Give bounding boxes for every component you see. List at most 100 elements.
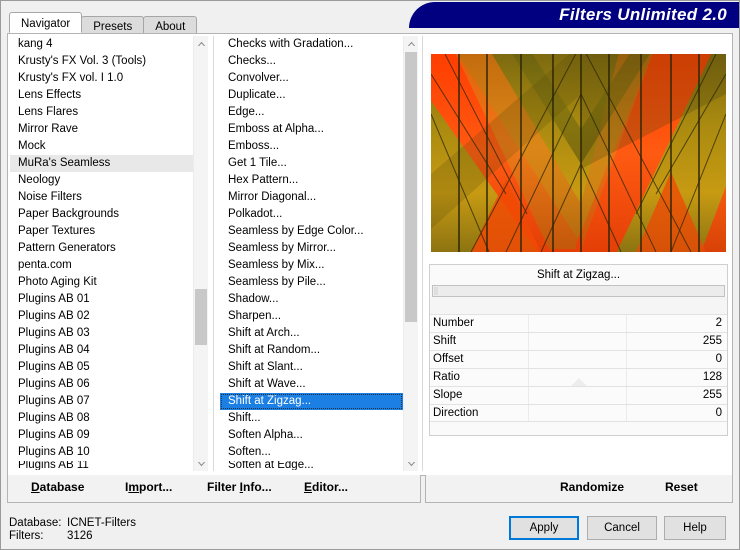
cancel-button[interactable]: Cancel (587, 516, 657, 540)
tab-presets[interactable]: Presets (81, 16, 145, 33)
list-item[interactable]: Emboss at Alpha... (220, 121, 403, 138)
list-item[interactable]: Emboss... (220, 138, 403, 155)
list-item[interactable]: MuRa's Seamless (10, 155, 193, 172)
list-item[interactable]: Seamless by Mix... (220, 257, 403, 274)
parameters-spacer (430, 297, 727, 314)
parameter-slider-row[interactable]: Direction 0 (430, 404, 727, 422)
menu-database[interactable]: Database (31, 480, 84, 494)
parameter-value: 0 (715, 353, 722, 365)
list-item[interactable]: penta.com (10, 257, 193, 274)
status-database-label: Database: (9, 517, 62, 529)
list-item[interactable]: Shift at Arch... (220, 325, 403, 342)
list-item[interactable]: Mirror Rave (10, 121, 193, 138)
list-item[interactable]: Plugins AB 08 (10, 410, 193, 427)
list-item[interactable]: Krusty's FX Vol. 3 (Tools) (10, 53, 193, 70)
scroll-up-icon[interactable] (404, 36, 418, 51)
list-item[interactable]: Paper Textures (10, 223, 193, 240)
list-item[interactable]: Plugins AB 04 (10, 342, 193, 359)
list-item[interactable]: Plugins AB 10 (10, 444, 193, 461)
list-item[interactable]: Plugins AB 11 (10, 461, 193, 470)
list-item[interactable]: Duplicate... (220, 87, 403, 104)
list-item[interactable]: Soften... (220, 444, 403, 461)
status-database-value: ICNET-Filters (67, 517, 136, 529)
list-item[interactable]: Shift at Random... (220, 342, 403, 359)
filter-scroll-thumb[interactable] (405, 52, 417, 322)
parameter-slider-row[interactable]: Shift 255 (430, 332, 727, 350)
parameter-name: Offset (433, 353, 464, 365)
list-item[interactable]: Plugins AB 07 (10, 393, 193, 410)
filter-scrollbar[interactable] (403, 36, 418, 471)
list-item[interactable]: Soften at Edge... (220, 461, 403, 470)
list-item[interactable]: Lens Flares (10, 104, 193, 121)
tab-strip: Navigator Presets About (9, 12, 198, 33)
menu-randomize[interactable]: Randomize (560, 480, 624, 494)
list-item[interactable]: Checks with Gradation... (220, 36, 403, 53)
list-item[interactable]: Shadow... (220, 291, 403, 308)
parameter-value: 128 (702, 371, 722, 383)
list-item[interactable]: Pattern Generators (10, 240, 193, 257)
status-filters-label: Filters: (9, 530, 44, 542)
menu-filter-info[interactable]: Filter Info... (207, 480, 272, 494)
category-listbox[interactable]: kang 4 Krusty's FX Vol. 3 (Tools) Krusty's… (10, 36, 208, 471)
parameter-name: Shift (433, 335, 457, 347)
list-item[interactable]: Neology (10, 172, 193, 189)
parameter-slider-row[interactable]: Number 2 (430, 314, 727, 332)
list-item[interactable]: Seamless by Mirror... (220, 240, 403, 257)
list-item[interactable]: Mock (10, 138, 193, 155)
menu-filter-info-rest: nfo... (243, 480, 272, 494)
scroll-down-icon[interactable] (194, 456, 208, 471)
slider-tick (626, 315, 628, 332)
list-item[interactable]: Hex Pattern... (220, 172, 403, 189)
filter-preview-image (431, 54, 726, 252)
list-item[interactable]: Paper Backgrounds (10, 206, 193, 223)
list-item[interactable]: Convolver... (220, 70, 403, 87)
list-item[interactable]: Plugins AB 03 (10, 325, 193, 342)
list-item[interactable]: Soften Alpha... (220, 427, 403, 444)
main-panel: kang 4 Krusty's FX Vol. 3 (Tools) Krusty's… (7, 33, 733, 476)
list-item[interactable]: Plugins AB 09 (10, 427, 193, 444)
list-item[interactable]: Plugins AB 06 (10, 376, 193, 393)
list-item[interactable]: Mirror Diagonal... (220, 189, 403, 206)
parameter-slider-row[interactable]: Slope 255 (430, 386, 727, 404)
list-item[interactable]: Krusty's FX vol. I 1.0 (10, 70, 193, 87)
list-item[interactable]: Lens Effects (10, 87, 193, 104)
list-item[interactable]: Polkadot... (220, 206, 403, 223)
tab-about[interactable]: About (143, 16, 198, 33)
list-item[interactable]: Shift... (220, 410, 403, 427)
preset-scroll-track[interactable] (432, 285, 725, 297)
parameter-slider-row[interactable]: Offset 0 (430, 350, 727, 368)
menu-import[interactable]: Import... (125, 480, 172, 494)
category-scrollbar[interactable] (193, 36, 208, 471)
list-item[interactable]: Checks... (220, 53, 403, 70)
list-item[interactable]: kang 4 (10, 36, 193, 53)
slider-thumb-icon[interactable] (570, 378, 587, 386)
list-item[interactable]: Shift at Slant... (220, 359, 403, 376)
list-item[interactable]: Plugins AB 05 (10, 359, 193, 376)
brand-banner: Filters Unlimited 2.0 (409, 2, 739, 28)
list-item[interactable]: Shift at Zigzag... (220, 393, 403, 410)
slider-tick (528, 315, 529, 332)
list-item[interactable]: Noise Filters (10, 189, 193, 206)
list-item[interactable]: Plugins AB 01 (10, 291, 193, 308)
parameter-slider-row[interactable]: Ratio 128 (430, 368, 727, 386)
category-scroll-thumb[interactable] (195, 289, 207, 345)
parameters-box: Shift at Zigzag... Number 2 Shift 255 Offset… (429, 264, 728, 436)
scroll-up-icon[interactable] (194, 36, 208, 51)
list-item[interactable]: Plugins AB 02 (10, 308, 193, 325)
help-button[interactable]: Help (664, 516, 726, 540)
list-item[interactable]: Seamless by Edge Color... (220, 223, 403, 240)
list-item[interactable]: Shift at Wave... (220, 376, 403, 393)
list-item[interactable]: Sharpen... (220, 308, 403, 325)
scroll-down-icon[interactable] (404, 456, 418, 471)
parameter-value: 2 (715, 317, 722, 329)
list-item[interactable]: Edge... (220, 104, 403, 121)
list-item[interactable]: Get 1 Tile... (220, 155, 403, 172)
menu-editor[interactable]: Editor... (304, 480, 348, 494)
filter-listbox[interactable]: Checks with Gradation... Checks... Convolv… (220, 36, 418, 471)
tab-navigator[interactable]: Navigator (9, 12, 83, 33)
list-item[interactable]: Seamless by Pile... (220, 274, 403, 291)
list-item[interactable]: Photo Aging Kit (10, 274, 193, 291)
apply-button[interactable]: Apply (509, 516, 579, 540)
tab-presets-label: Presets (93, 21, 133, 33)
menu-reset[interactable]: Reset (665, 480, 698, 494)
